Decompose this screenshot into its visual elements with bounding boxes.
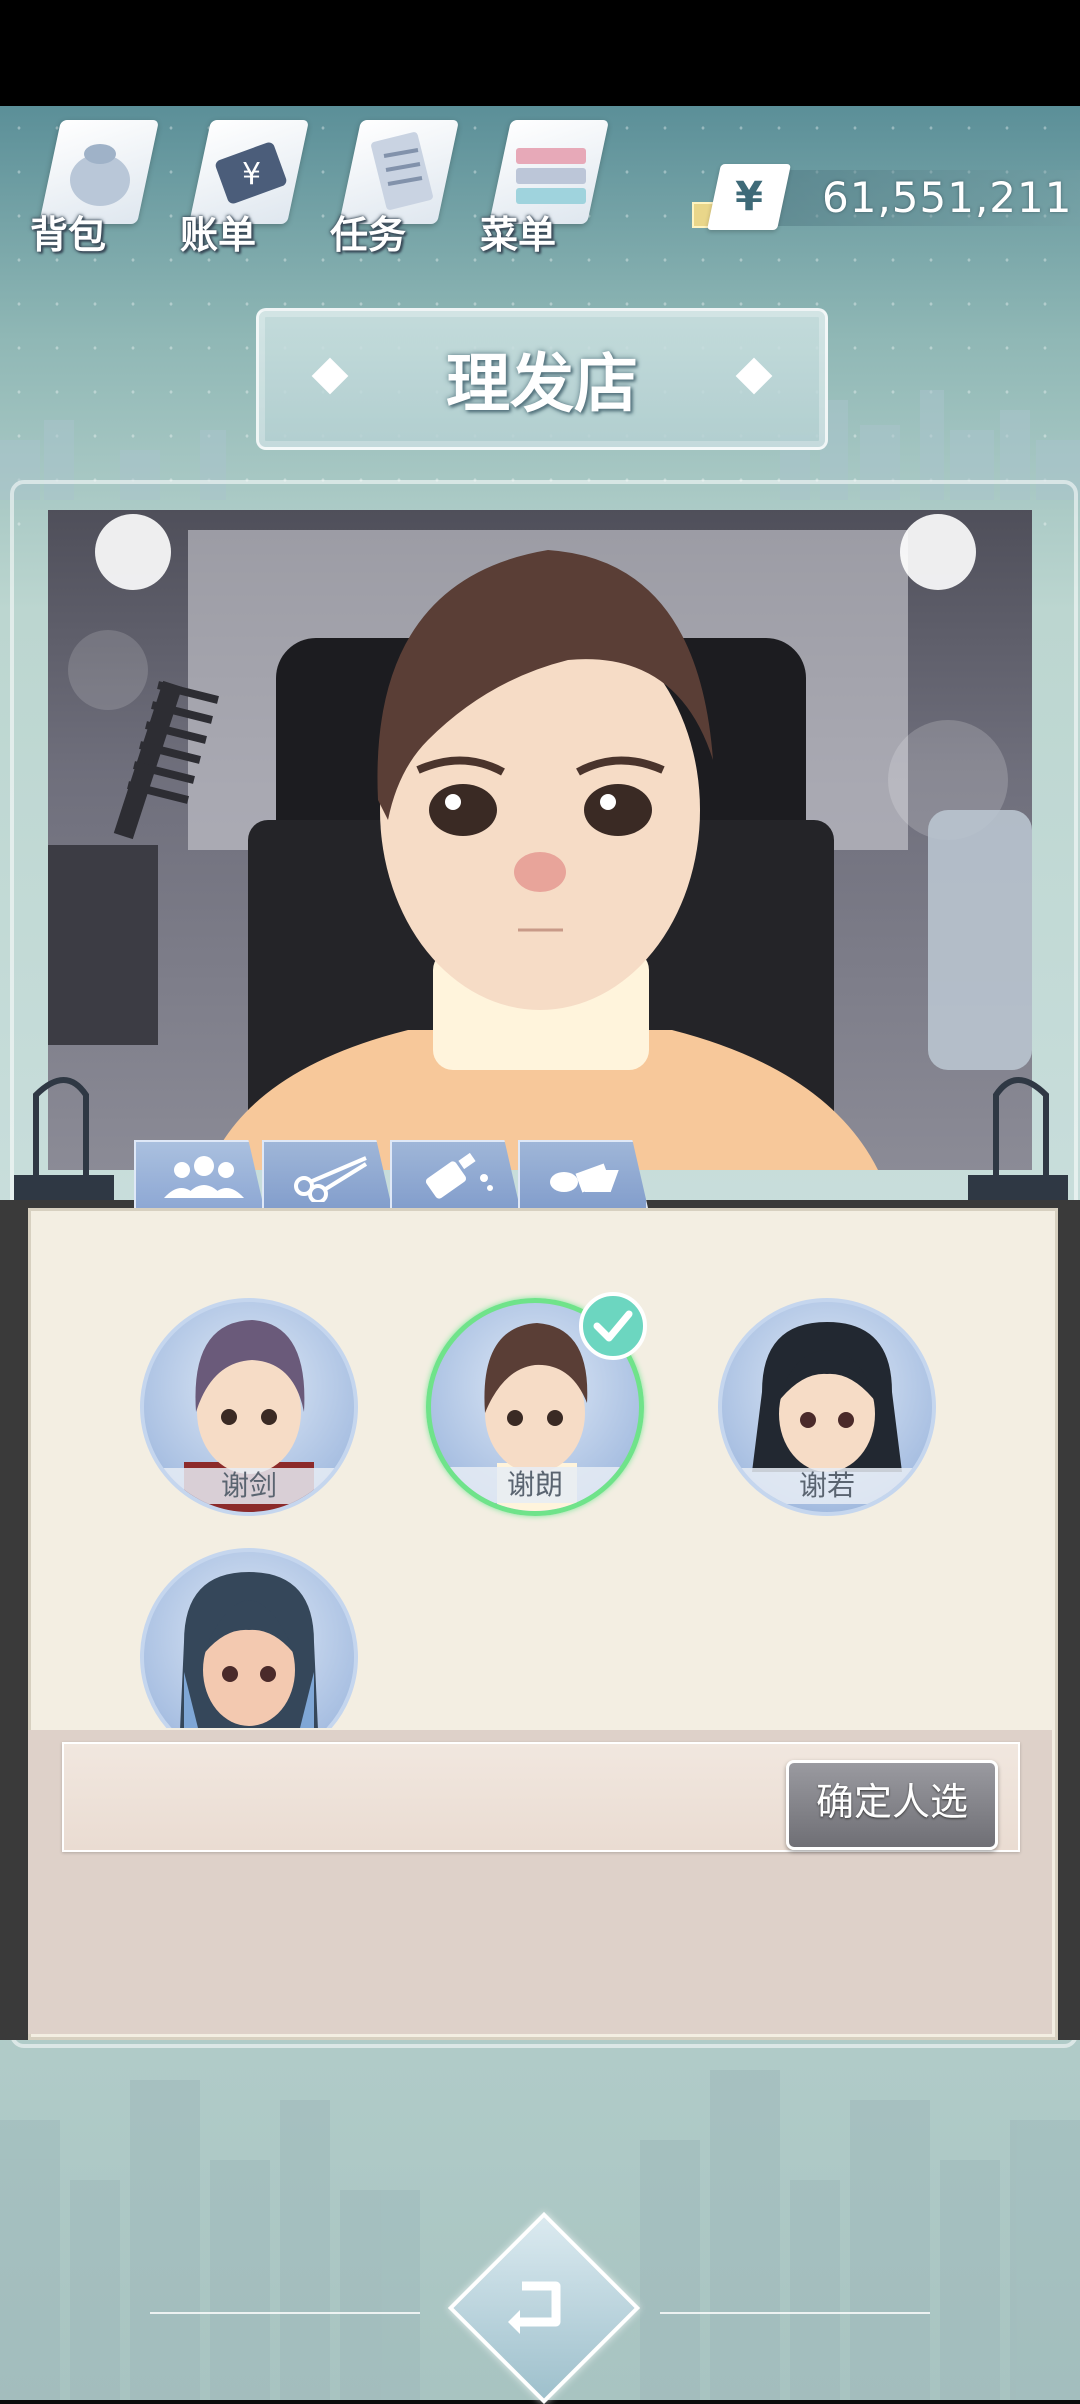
task-button[interactable]: 任务 <box>330 120 460 260</box>
backpack-label: 背包 <box>30 213 107 257</box>
tab-haircut[interactable] <box>262 1140 392 1208</box>
character-name: 谢朗 <box>431 1467 639 1503</box>
dye-bottle-icon <box>425 1152 493 1199</box>
currency-amount: 61,551,211 <box>822 173 1073 222</box>
scissors-icon <box>294 1156 368 1202</box>
character-name: 谢若 <box>722 1468 932 1504</box>
page-title: 理发店 <box>446 348 638 422</box>
character-preview <box>48 510 1032 1170</box>
accessory-icon <box>550 1163 619 1193</box>
tab-accessory[interactable] <box>518 1140 648 1208</box>
decor-line-right <box>660 2312 930 2314</box>
currency-display: ¥ 61,551,211 <box>692 164 1080 232</box>
menu-label: 菜单 <box>480 213 557 257</box>
bill-button[interactable]: ¥ 账单 <box>180 120 310 260</box>
tab-characters[interactable] <box>134 1140 264 1208</box>
title-plate: 理发店 <box>256 308 828 450</box>
backpack-button[interactable]: 背包 <box>30 120 160 260</box>
status-bar-area <box>0 0 1080 106</box>
task-label: 任务 <box>330 213 407 257</box>
character-name: 谢剑 <box>144 1468 354 1504</box>
character-avatar-xieruo[interactable]: 谢若 <box>718 1298 936 1516</box>
tab-dye[interactable] <box>390 1140 520 1208</box>
character-avatar-xiejian[interactable]: 谢剑 <box>140 1298 358 1516</box>
character-avatar-4[interactable] <box>140 1548 358 1728</box>
svg-text:¥: ¥ <box>242 157 261 192</box>
menu-button[interactable]: 菜单 <box>480 120 610 260</box>
bill-label: 账单 <box>180 213 257 257</box>
decor-line-left <box>150 2312 420 2314</box>
people-icon <box>164 1156 244 1198</box>
yen-icon: ¥ <box>706 164 792 230</box>
confirm-selection-button[interactable]: 确定人选 <box>786 1760 998 1850</box>
tab-strip <box>0 1140 1080 1208</box>
selected-check-icon <box>579 1292 647 1360</box>
back-arrow-icon <box>508 2281 561 2334</box>
